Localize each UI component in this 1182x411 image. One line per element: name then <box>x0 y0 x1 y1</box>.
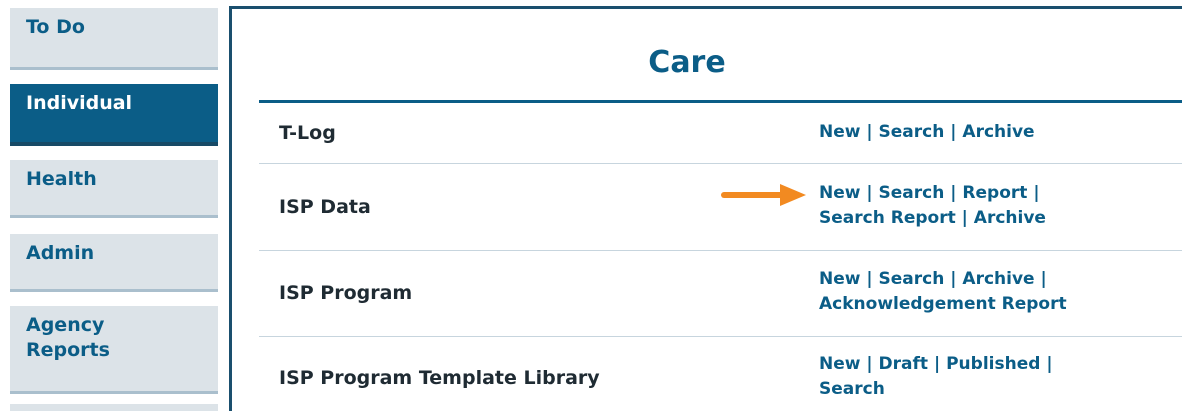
separator: | <box>950 122 963 142</box>
nav-tab-label: To Do <box>26 16 85 38</box>
row-actions: New | Draft | Published | Search <box>819 352 1149 402</box>
row-actions: New | Search | Report | Search Report | … <box>819 181 1149 231</box>
sidebar: To Do Individual Health Admin Agency Rep… <box>0 0 228 411</box>
separator: | <box>950 183 963 203</box>
nav-tab-admin[interactable]: Admin <box>10 234 218 292</box>
row-label: ISP Program <box>279 282 413 304</box>
separator: | <box>1040 269 1047 289</box>
row-actions: New | Search | Archive <box>819 120 1149 145</box>
separator: | <box>866 122 879 142</box>
nav-tab-health[interactable]: Health <box>10 160 218 218</box>
separator: | <box>933 354 947 374</box>
separator: | <box>866 183 879 203</box>
new-link[interactable]: New <box>819 183 860 203</box>
page-title: Care <box>648 45 726 80</box>
separator: | <box>866 354 879 374</box>
nav-tab-agency-reports[interactable]: Agency Reports <box>10 306 218 394</box>
care-row-isp-program: ISP Program New | Search | Archive | Ack… <box>259 251 1182 337</box>
new-link[interactable]: New <box>819 269 860 289</box>
nav-tab-to-do[interactable]: To Do <box>10 8 218 70</box>
row-label: T-Log <box>279 122 336 144</box>
search-link[interactable]: Search <box>879 122 945 142</box>
nav-tab-label: Admin <box>26 242 95 264</box>
new-link[interactable]: New <box>819 122 860 142</box>
new-link[interactable]: New <box>819 354 860 374</box>
separator: | <box>1033 183 1040 203</box>
nav-tab-label: Agency Reports <box>26 314 110 361</box>
nav-tab-label: Health <box>26 168 97 190</box>
search-link[interactable]: Search <box>819 379 885 399</box>
archive-link[interactable]: Archive <box>974 208 1046 228</box>
draft-link[interactable]: Draft <box>879 354 929 374</box>
care-row-isp-program-template-library: ISP Program Template Library New | Draft… <box>259 337 1182 411</box>
row-actions: New | Search | Archive | Acknowledgement… <box>819 267 1149 317</box>
nav-tab-more[interactable] <box>10 404 218 411</box>
care-row-t-log: T-Log New | Search | Archive <box>259 103 1182 164</box>
search-link[interactable]: Search <box>879 269 945 289</box>
app: To Do Individual Health Admin Agency Rep… <box>0 0 1182 411</box>
nav-tab-label: Individual <box>26 92 133 114</box>
search-link[interactable]: Search <box>879 183 945 203</box>
archive-link[interactable]: Archive <box>962 122 1034 142</box>
row-label: ISP Data <box>279 196 371 218</box>
archive-link[interactable]: Archive <box>962 269 1034 289</box>
separator: | <box>1046 354 1053 374</box>
care-panel: Care T-Log New | Search | Archive ISP Da… <box>232 9 1182 411</box>
search-report-link[interactable]: Search Report <box>819 208 956 228</box>
right-arrow-icon <box>721 184 806 206</box>
separator: | <box>866 269 879 289</box>
separator: | <box>950 269 963 289</box>
published-link[interactable]: Published <box>946 354 1040 374</box>
report-link[interactable]: Report <box>962 183 1027 203</box>
row-label: ISP Program Template Library <box>279 367 600 389</box>
nav-tab-individual[interactable]: Individual <box>10 84 218 146</box>
separator: | <box>961 208 974 228</box>
acknowledgement-report-link[interactable]: Acknowledgement Report <box>819 294 1067 314</box>
